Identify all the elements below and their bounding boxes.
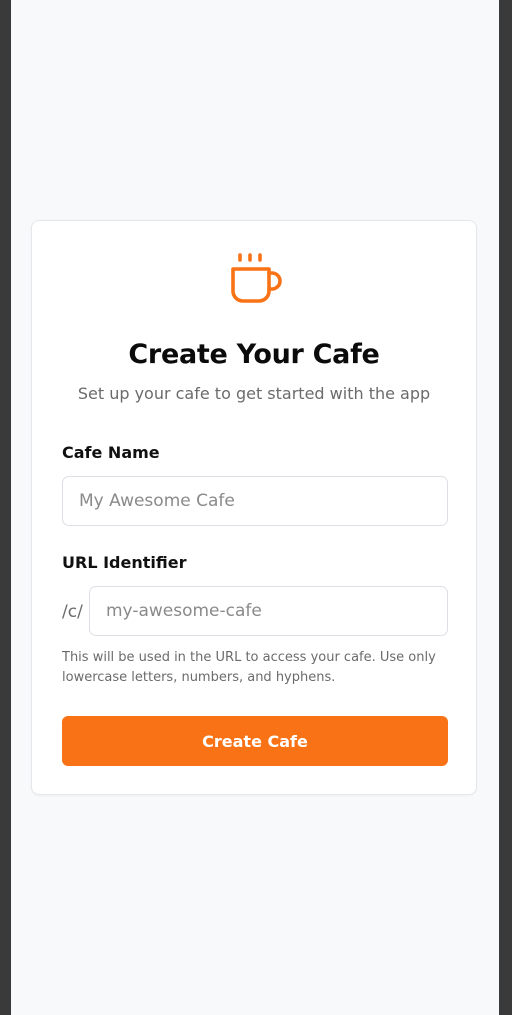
app-viewport: Create Your Cafe Set up your cafe to get… [11,0,499,1015]
page-subtitle: Set up your cafe to get started with the… [77,384,431,403]
url-identifier-input[interactable] [89,586,448,636]
url-identifier-label: URL Identifier [62,553,187,572]
cafe-name-label: Cafe Name [62,443,160,462]
page-title: Create Your Cafe [128,339,380,370]
url-helper-text: This will be used in the URL to access y… [62,650,436,685]
create-cafe-button[interactable]: Create Cafe [62,716,448,766]
coffee-cup-icon [231,253,282,303]
create-cafe-card: Create Your Cafe Set up your cafe to get… [31,220,477,795]
url-prefix: /c/ [62,602,83,622]
cafe-name-input[interactable] [62,476,448,526]
